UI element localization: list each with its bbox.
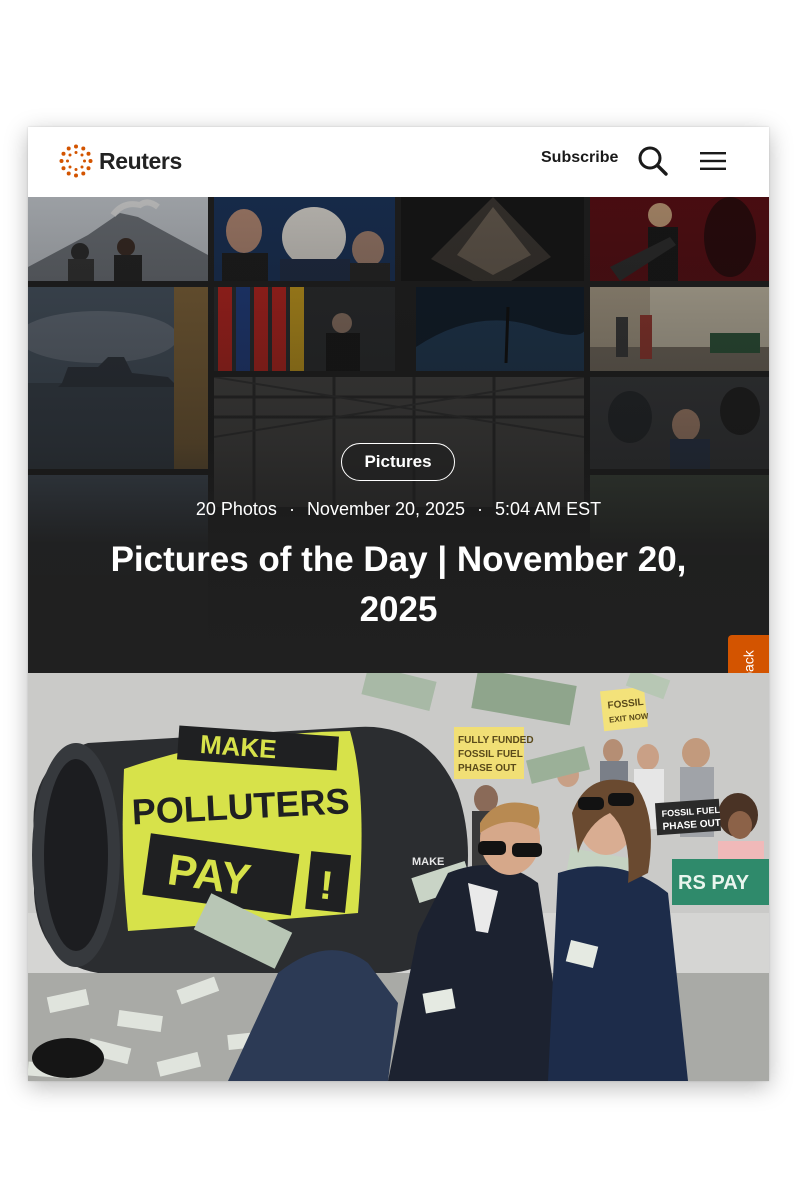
site-header: Reuters Subscribe bbox=[28, 127, 769, 198]
meta-separator: · bbox=[477, 499, 484, 519]
article-page: Reuters Subscribe Pictures 20 Photos · N… bbox=[28, 127, 769, 1081]
subscribe-link[interactable]: Subscribe bbox=[541, 149, 618, 167]
search-icon bbox=[638, 146, 668, 176]
barrel-text-make-small: MAKE bbox=[412, 856, 444, 868]
svg-text:FULLY FUNDED: FULLY FUNDED bbox=[458, 735, 534, 746]
hamburger-menu-icon bbox=[700, 152, 726, 170]
meta-separator: · bbox=[288, 499, 295, 519]
brand-name: Reuters bbox=[99, 147, 182, 174]
category-pill-pictures[interactable]: Pictures bbox=[341, 443, 455, 481]
page-title: Pictures of the Day | November 20, 2025 bbox=[110, 540, 687, 629]
feedback-label: Feedback bbox=[741, 650, 757, 673]
svg-text:RS PAY: RS PAY bbox=[678, 872, 750, 894]
gallery-meta: 20 Photos · November 20, 2025 · 5:04 AM EST bbox=[28, 497, 769, 521]
menu-button[interactable] bbox=[698, 147, 728, 175]
reuters-logo[interactable]: Reuters bbox=[58, 143, 182, 179]
lead-photo[interactable]: FOSSIL EXIT NOW FULLY FUNDED FOSSIL FUEL… bbox=[28, 673, 769, 1081]
photo-count: 20 Photos bbox=[195, 499, 277, 519]
svg-text:FOSSIL FUEL: FOSSIL FUEL bbox=[458, 749, 523, 760]
search-button[interactable] bbox=[636, 144, 670, 178]
hero-gallery-header: Pictures 20 Photos · November 20, 2025 · 5:0… bbox=[28, 197, 769, 673]
publish-date: November 20, 2025 bbox=[306, 499, 466, 519]
publish-time: 5:04 AM EST bbox=[495, 499, 602, 519]
barrel-text-make: MAKE bbox=[199, 729, 277, 764]
svg-text:PHASE OUT: PHASE OUT bbox=[458, 763, 516, 774]
feedback-button[interactable]: Feedback bbox=[728, 635, 769, 673]
reuters-logo-icon bbox=[59, 144, 93, 178]
